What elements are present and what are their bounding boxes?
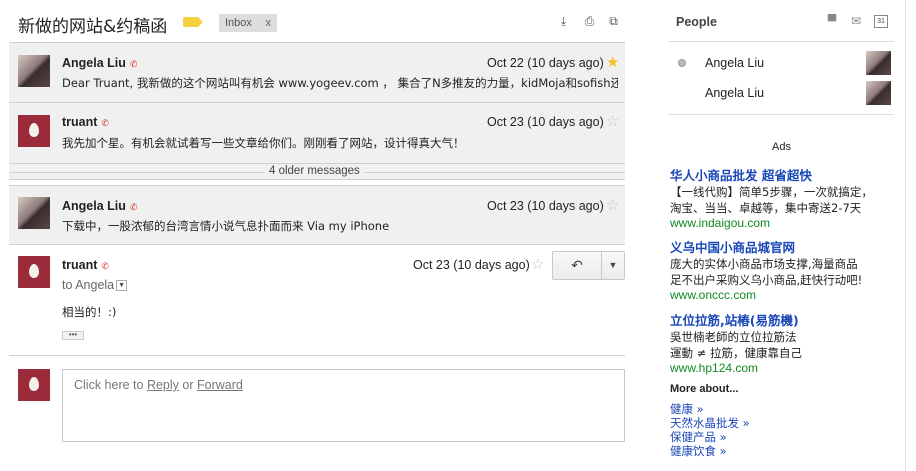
ad-url[interactable]: www.indaigou.com [670,216,896,230]
person-item[interactable]: Angela Liu [668,50,894,76]
reply-prompt: Click here to Reply or Forward [74,378,243,392]
conversation-pane: 新做的网站&约稿函 Inbox x ⤓ ⎙ ⧉ Angela Liu ✆ Oct … [0,0,640,471]
reply-button-group: ↶ ▼ [552,251,625,280]
message-row[interactable]: truant ✆ Oct 23 (10 days ago) ☆ 我先加个星。有机会… [9,102,625,163]
avatar [18,115,50,147]
people-divider [668,41,894,42]
ad-item[interactable]: 华人小商品批发 超省超快 【一线代购】简单5步骤，一次就搞定， 淘宝、当当、卓越… [670,165,896,230]
show-details-toggle[interactable]: ▼ [116,280,128,292]
reply-box[interactable]: Click here to Reply or Forward [62,369,625,442]
reply-link[interactable]: Reply [147,378,179,392]
person-name[interactable]: Angela Liu [705,86,764,100]
star-icon[interactable]: ☆ [606,198,619,213]
mail-icon[interactable]: ✉ [849,15,863,28]
sender-name[interactable]: Angela Liu ✆ [62,56,137,70]
older-messages-bar[interactable]: 4 older messages [9,163,625,180]
expanded-message: truant ✆ Oct 23 (10 days ago) ☆ ↶ ▼ to An… [9,244,625,356]
recipients-line: to Angela ▼ [62,278,128,292]
sender-name[interactable]: Angela Liu ✆ [62,199,137,213]
my-avatar [18,369,50,401]
person-avatar [866,81,891,105]
new-window-icon[interactable]: ⧉ [607,15,620,28]
ad-description: 庞大的实体小商品市场支撑,海量商品 [670,257,858,271]
ads-heading: Ads [772,141,791,153]
chat-status-icon: ✆ [101,261,109,271]
message-row[interactable]: Angela Liu ✆ Oct 23 (10 days ago) ☆ 下载中，一… [9,185,625,244]
ad-item[interactable]: 义乌中国小商品城官网 庞大的实体小商品市场支撑,海量商品 足不出户采购义乌小商品… [670,237,896,302]
ad-description: 足不出户采购义乌小商品,赶快行动吧! [670,273,863,287]
people-heading: People [676,15,717,29]
thread-subject: 新做的网站&约稿函 [18,17,168,37]
chevron-down-icon: ▼ [608,260,618,270]
chat-bubble-icon[interactable]: ▀ [825,15,839,28]
ad-description: 運動 ≠ 拉筋，健康靠自己 [670,346,802,360]
inbox-label-text: Inbox [225,17,252,29]
ad-url[interactable]: www.onccc.com [670,288,896,302]
message-date: Oct 22 (10 days ago) [487,56,604,70]
right-sidebar: People ▀ ✉ 31 Angela Liu Angela Liu Ads … [668,0,916,471]
star-icon[interactable]: ★ [606,55,619,70]
avatar [18,55,50,87]
message-snippet: Dear Truant, 我新做的这个网站叫有机会 www.yogeev.com… [62,76,618,90]
message-date: Oct 23 (10 days ago) [487,199,604,213]
label-tag-icon[interactable] [183,17,203,27]
message-body: 相当的！:) [62,305,117,319]
message-snippet: 我先加个星。有机会就试着写一些文章给你们。刚刚看了网站，设计得真大气！ [62,136,465,150]
avatar [18,197,50,229]
message-snippet: 下载中，一股浓郁的台湾言情小说气息扑面而来 Via my iPhone [62,219,390,233]
more-about-heading: More about... [670,383,739,395]
message-row[interactable]: Angela Liu ✆ Oct 22 (10 days ago) ★ Dear … [9,42,625,102]
print-icon[interactable]: ⎙ [583,15,596,28]
star-icon[interactable]: ☆ [606,114,619,129]
avatar [18,256,50,288]
ad-item[interactable]: 立位拉筋,站樁(易筋機) 吳世楠老師的立位拉筋法 運動 ≠ 拉筋，健康靠自己 w… [670,310,896,375]
calendar-icon[interactable]: 31 [874,15,888,28]
ad-url[interactable]: www.hp124.com [670,361,896,375]
ad-title[interactable]: 华人小商品批发 超省超快 [670,165,896,184]
person-name[interactable]: Angela Liu [705,56,764,70]
reply-arrow-icon: ↶ [571,257,583,273]
person-item[interactable]: Angela Liu [668,80,894,106]
ad-title[interactable]: 义乌中国小商品城官网 [670,237,896,256]
message-date: Oct 23 (10 days ago) [413,258,530,272]
ad-title[interactable]: 立位拉筋,站樁(易筋機) [670,310,896,329]
forward-link[interactable]: Forward [197,378,243,392]
sender-name[interactable]: truant ✆ [62,258,109,272]
chat-status-icon: ✆ [129,59,138,69]
person-avatar [866,51,891,75]
inbox-label-chip[interactable]: Inbox x [219,14,277,32]
show-trimmed-content-button[interactable]: ••• [62,331,84,340]
older-messages-label[interactable]: 4 older messages [264,165,365,177]
ad-description: 吳世楠老師的立位拉筋法 [670,330,797,344]
chat-status-icon: ✆ [129,202,138,212]
ad-description: 【一线代购】简单5步骤，一次就搞定， [670,185,873,199]
message-date: Oct 23 (10 days ago) [487,115,604,129]
sender-name[interactable]: truant ✆ [62,115,109,129]
thread-header: 新做的网站&约稿函 Inbox x ⤓ ⎙ ⧉ [0,0,640,42]
more-actions-dropdown[interactable]: ▼ [602,252,624,279]
people-divider [668,114,894,115]
ad-description: 淘宝、当当、卓越等，集中寄送2-7天 [670,201,862,215]
remove-label-button[interactable]: x [266,14,272,32]
chat-status-icon: ✆ [101,118,109,128]
star-icon[interactable]: ☆ [531,257,544,272]
download-icon[interactable]: ⤓ [557,15,570,28]
presence-status-icon [678,59,686,67]
reply-button[interactable]: ↶ [553,252,601,279]
more-about-link[interactable]: 健康饮食 » [670,443,727,459]
